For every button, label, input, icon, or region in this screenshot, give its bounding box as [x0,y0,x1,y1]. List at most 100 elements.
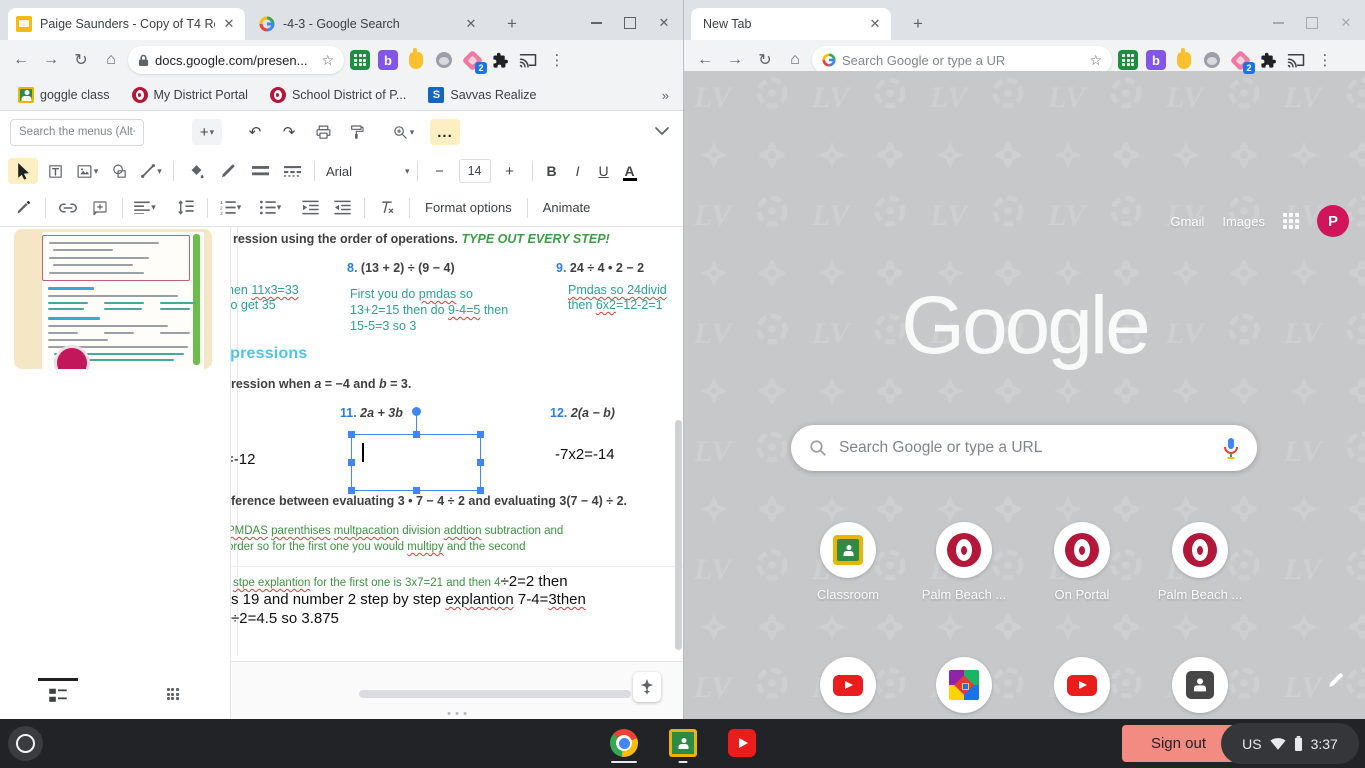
bookmark-star-icon[interactable]: ☆ [321,52,334,69]
align-button[interactable]: ▾ [130,195,160,221]
extensions-puzzle-icon[interactable] [1258,50,1278,70]
font-size-input[interactable]: 14 [458,159,491,183]
bold-button[interactable]: B [540,158,564,184]
canvas-vertical-scrollbar[interactable] [675,420,682,650]
numbered-list-button[interactable]: 1 2 3 ▾ [215,195,245,221]
browser-menu-icon[interactable]: ⋮ [544,47,570,73]
cast-icon[interactable] [518,50,538,70]
bookmarks-overflow-chevron[interactable]: » [662,88,669,103]
tab-google-search[interactable]: -4-3 - Google Search ✕ [251,8,487,40]
close-tab-icon[interactable]: ✕ [463,16,479,32]
slide-thumbnail[interactable] [14,229,212,369]
grid-extension-icon[interactable] [1118,50,1138,70]
gmail-link[interactable]: Gmail [1170,214,1204,229]
highlight-pen-button[interactable] [8,195,38,221]
close-tab-icon[interactable]: ✕ [867,16,883,32]
bookmark-savvas[interactable]: S Savvas Realize [420,84,544,106]
maximize-button[interactable] [621,14,639,32]
reload-button[interactable]: ↻ [68,47,94,73]
text-color-button[interactable]: A [618,158,642,184]
collapse-toolbar-chevron-icon[interactable] [655,123,669,141]
insert-line-button[interactable]: ▾ [136,158,166,184]
bookmark-star-icon[interactable]: ☆ [1089,52,1102,69]
new-tab-button[interactable]: + [500,12,524,36]
rotate-handle[interactable] [412,407,421,416]
sign-out-button[interactable]: Sign out [1122,725,1235,762]
images-link[interactable]: Images [1222,214,1265,229]
border-weight-button[interactable] [245,158,275,184]
italic-button[interactable]: I [566,158,590,184]
grid-extension-icon[interactable] [350,50,370,70]
new-slide-button[interactable]: + ▾ [192,119,222,145]
browser-menu-icon[interactable]: ⋮ [1312,47,1338,73]
new-tab-button[interactable]: + [906,12,930,36]
bookmark-district-portal[interactable]: My District Portal [124,84,256,106]
format-options-button[interactable]: Format options [417,200,520,215]
notification-extension-icon[interactable]: 2 [461,49,487,74]
close-window-button[interactable]: ✕ [1337,14,1355,32]
back-button[interactable]: ← [692,47,718,73]
shelf-chrome-app[interactable] [609,728,639,763]
more-tools-button[interactable]: ... [430,119,460,145]
shortcut-on-portal[interactable]: On Portal [1026,522,1138,602]
insert-comment-button[interactable] [85,195,115,221]
increase-font-button[interactable]: + [495,158,525,184]
slide-canvas[interactable]: ression using the order of operations. T… [231,227,683,718]
fill-color-button[interactable] [181,158,211,184]
resize-handle-e[interactable] [477,459,484,466]
resize-handle-n[interactable] [413,431,420,438]
hand-extension-icon[interactable] [1174,47,1194,70]
menu-search-input[interactable] [10,118,144,146]
decrease-indent-button[interactable] [295,195,325,221]
clear-formatting-button[interactable] [372,195,402,221]
hand-extension-icon[interactable] [406,47,426,70]
shortcut-palm-beach-1[interactable]: Palm Beach ... [908,522,1020,602]
minimize-button[interactable] [587,14,605,32]
shelf-youtube-app[interactable] [727,728,757,758]
voice-search-icon[interactable] [1223,437,1239,459]
insert-shape-button[interactable] [104,158,134,184]
insert-link-button[interactable] [53,195,83,221]
home-button[interactable]: ⌂ [98,47,124,73]
notification-extension-icon[interactable]: 2 [1229,49,1255,74]
insert-image-button[interactable]: ▾ [72,158,102,184]
zoom-button[interactable]: ▾ [388,119,418,145]
select-tool-button[interactable] [8,158,38,184]
chevron-down-icon[interactable]: ▾ [405,166,410,177]
forward-button[interactable]: → [722,47,748,73]
customize-pencil-icon[interactable] [1327,671,1345,694]
bulleted-list-button[interactable]: ▾ [255,195,285,221]
filmstrip-view-button[interactable] [0,678,115,704]
text-box-button[interactable] [40,158,70,184]
print-button[interactable] [308,119,338,145]
apps-grid-icon[interactable] [1283,213,1299,229]
home-button[interactable]: ⌂ [782,47,808,73]
shortcut-classroom[interactable]: Classroom [792,522,904,602]
resize-handle-ne[interactable] [477,431,484,438]
shortcut-youtube-2[interactable] [1026,657,1138,713]
shelf-classroom-app[interactable] [668,728,698,763]
border-color-button[interactable] [213,158,243,184]
close-window-button[interactable]: ✕ [655,14,673,32]
profile-avatar[interactable]: P [1317,205,1349,237]
underline-button[interactable]: U [592,158,616,184]
back-button[interactable]: ← [8,47,34,73]
monkey-extension-icon[interactable] [1202,50,1222,70]
resize-handle-se[interactable] [477,487,484,494]
resize-handle-s[interactable] [413,487,420,494]
bookmark-goggle-class[interactable]: goggle class [10,84,118,106]
ntp-search-box[interactable]: Search Google or type a URL [791,425,1257,471]
resize-handle-w[interactable] [348,459,355,466]
status-tray[interactable]: US 3:37 [1221,723,1359,764]
close-tab-icon[interactable]: ✕ [221,16,237,32]
animate-button[interactable]: Animate [535,200,599,215]
explore-button[interactable] [633,672,661,702]
reload-button[interactable]: ↻ [752,47,778,73]
notes-resize-handle[interactable] [447,712,467,715]
tab-slides[interactable]: Paige Saunders - Copy of T4 Re ✕ [8,8,245,40]
bitmoji-extension-icon[interactable]: b [378,50,398,70]
border-dash-button[interactable] [277,158,307,184]
forward-button[interactable]: → [38,47,64,73]
line-spacing-button[interactable] [170,195,200,221]
resize-handle-sw[interactable] [348,487,355,494]
